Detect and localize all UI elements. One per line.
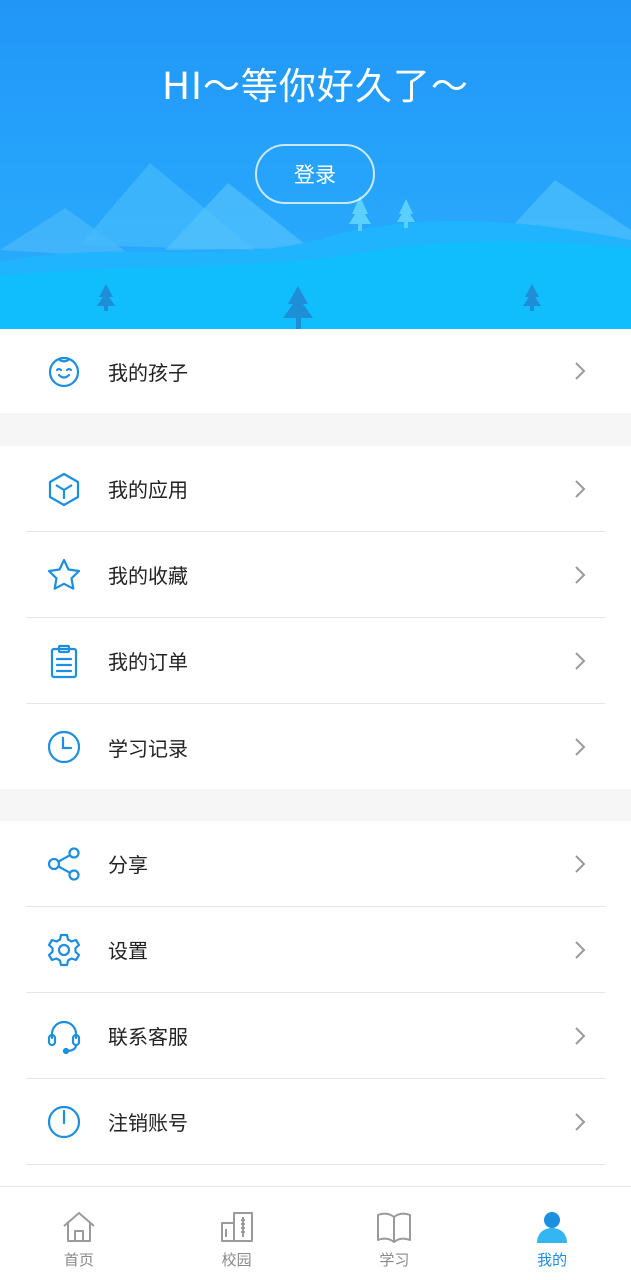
tab-label: 校园 — [221, 1251, 252, 1269]
clock-icon — [44, 727, 84, 767]
tab-campus[interactable]: 校园 — [158, 1187, 316, 1280]
chevron-right-icon — [575, 651, 586, 670]
menu-item-share[interactable]: 分享 — [26, 821, 605, 907]
tab-mine[interactable]: 我的 — [473, 1187, 631, 1280]
menu-item-label: 联系客服 — [108, 1025, 188, 1049]
menu-item-customer-service[interactable]: 联系客服 — [26, 993, 605, 1079]
tab-study[interactable]: 学习 — [316, 1187, 474, 1280]
section-divider — [0, 413, 631, 446]
menu-group-children: 我的孩子 — [0, 329, 631, 413]
login-button[interactable]: 登录 — [255, 144, 375, 204]
campus-icon — [220, 1212, 253, 1242]
chevron-right-icon — [575, 362, 586, 380]
menu-item-my-apps[interactable]: 我的应用 — [26, 446, 605, 532]
profile-header: HI～等你好久了～ 登录 — [0, 0, 631, 329]
chevron-right-icon — [575, 854, 586, 873]
chevron-right-icon — [575, 1112, 586, 1131]
menu-item-settings[interactable]: 设置 — [26, 907, 605, 993]
menu-item-delete-account[interactable]: 注销账号 — [26, 1079, 605, 1165]
menu-item-label: 我的收藏 — [108, 564, 188, 588]
home-icon — [63, 1212, 95, 1242]
chevron-right-icon — [575, 1026, 586, 1045]
headset-icon — [44, 1016, 84, 1056]
cube-icon — [44, 469, 84, 509]
menu-group-personal: 我的应用 我的收藏 我的订单 学习记录 — [0, 446, 631, 789]
tab-label: 我的 — [537, 1251, 568, 1269]
clipboard-icon — [44, 641, 84, 681]
chevron-right-icon — [575, 738, 586, 756]
star-icon — [44, 555, 84, 595]
tab-label: 首页 — [63, 1251, 94, 1269]
menu-item-my-orders[interactable]: 我的订单 — [26, 618, 605, 704]
tab-label: 学习 — [379, 1251, 410, 1269]
menu-item-study-history[interactable]: 学习记录 — [26, 704, 605, 790]
greeting-text: HI～等你好久了～ — [162, 65, 469, 108]
chevron-right-icon — [575, 565, 586, 584]
menu-item-label: 我的订单 — [108, 650, 188, 674]
menu-item-my-favorites[interactable]: 我的收藏 — [26, 532, 605, 618]
gear-icon — [44, 930, 84, 970]
user-icon — [537, 1212, 568, 1243]
bottom-navigation: 首页 校园 学习 我的 — [0, 1186, 631, 1280]
chevron-right-icon — [575, 479, 586, 498]
baby-face-icon — [44, 351, 84, 391]
menu-item-label: 分享 — [108, 853, 148, 877]
book-icon — [377, 1212, 412, 1243]
menu-item-label: 设置 — [108, 939, 148, 963]
power-icon — [44, 1102, 84, 1142]
section-divider — [0, 789, 631, 821]
tab-home[interactable]: 首页 — [0, 1187, 158, 1280]
menu-item-label: 注销账号 — [108, 1111, 188, 1135]
menu-item-label: 我的孩子 — [108, 360, 188, 385]
menu-item-label: 学习记录 — [108, 736, 188, 761]
menu-group-system: 分享 设置 联系客服 注销账号 — [0, 821, 631, 1185]
menu-item-label: 我的应用 — [108, 478, 188, 502]
share-icon — [44, 844, 84, 884]
menu-item-my-children[interactable]: 我的孩子 — [26, 329, 605, 413]
chevron-right-icon — [575, 940, 586, 959]
